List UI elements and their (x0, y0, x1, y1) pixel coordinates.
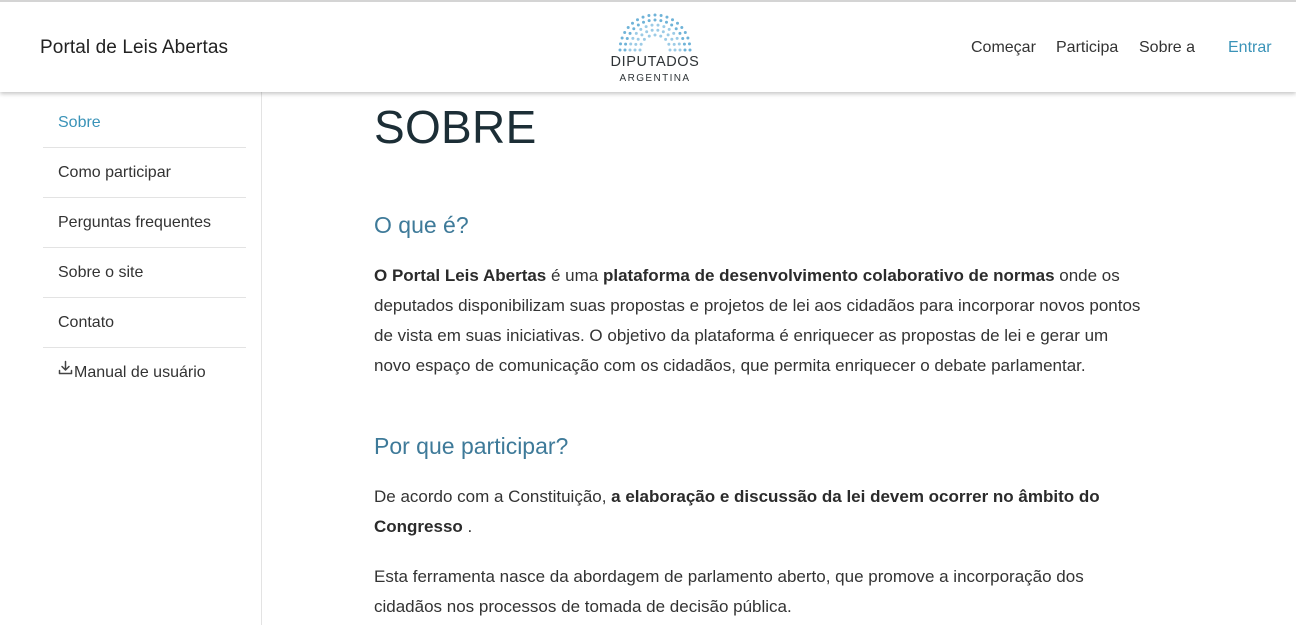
text-span: De acordo com a Constituição, (374, 487, 612, 506)
login-link[interactable]: Entrar (1228, 39, 1272, 57)
text-span: . (462, 517, 473, 536)
nav-participa[interactable]: Participa (1056, 39, 1118, 57)
sidebar-item-manual[interactable]: Manual de usuário (43, 348, 246, 398)
top-header: Portal de Leis Abertas DIPUTADOS ARGENTI… (0, 0, 1296, 92)
sidebar-item-sobre-o-site[interactable]: Sobre o site (43, 248, 246, 298)
section-paragraph-o-que-e: O Portal Leis Abertas é uma plataforma d… (374, 261, 1149, 381)
sidebar-item-manual-label: Manual de usuário (74, 364, 206, 382)
section-paragraph-parlamento-aberto: Esta ferramenta nasce da abordagem de pa… (374, 567, 1084, 616)
sidebar-item-sobre[interactable]: Sobre (43, 98, 246, 148)
hemicycle-logo-icon (618, 13, 692, 52)
section-heading-por-que-participar: Por que participar? (374, 433, 569, 459)
bold-text: O Portal Leis Abertas (374, 266, 547, 285)
nav-sobre[interactable]: Sobre a (1139, 39, 1195, 57)
sidebar-item-perguntas-frequentes[interactable]: Perguntas frequentes (43, 198, 246, 248)
sidebar: Sobre Como participar Perguntas frequent… (0, 92, 262, 625)
page-title: SOBRE (374, 101, 537, 153)
download-icon (58, 346, 73, 396)
logo-sub-text: ARGENTINA (619, 73, 691, 84)
diputados-logo[interactable]: DIPUTADOS ARGENTINA (600, 12, 710, 88)
nav-comecar[interactable]: Começar (971, 39, 1036, 57)
section-paragraph-constituicao: De acordo com a Constituição, a elaboraç… (374, 482, 1149, 542)
logo-main-text: DIPUTADOS (610, 54, 700, 70)
sidebar-item-contato[interactable]: Contato (43, 298, 246, 348)
bold-text: plataforma de desenvolvimento colaborati… (602, 266, 1055, 285)
section-heading-o-que-e: O que é? (374, 212, 469, 238)
site-brand[interactable]: Portal de Leis Abertas (40, 37, 228, 59)
text-span: é uma (546, 266, 603, 285)
sidebar-item-como-participar[interactable]: Como participar (43, 148, 246, 198)
